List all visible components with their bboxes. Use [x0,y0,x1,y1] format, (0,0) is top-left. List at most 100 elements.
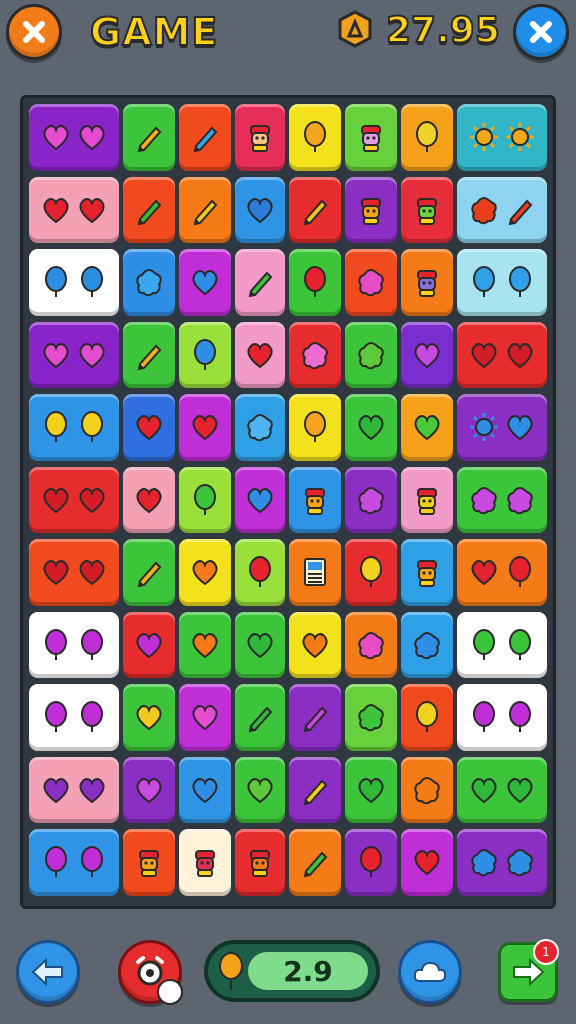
board-tile[interactable] [401,539,453,606]
board-tile[interactable] [457,756,547,823]
board-tile[interactable] [179,394,231,461]
board-tile[interactable] [457,176,547,243]
board-tile[interactable] [29,829,119,896]
board-tile[interactable] [29,394,119,461]
alarm-button[interactable] [118,940,183,1005]
board-tile[interactable] [29,176,119,243]
board-tile[interactable] [235,539,285,606]
board-tile[interactable] [401,249,453,316]
board-tile[interactable] [345,321,397,388]
board-tile[interactable] [289,394,341,461]
board-tile[interactable] [29,321,119,388]
board-tile[interactable] [235,176,285,243]
score-value: 27.95 [385,9,501,52]
board-tile[interactable] [401,611,453,678]
board-tile[interactable] [289,829,341,896]
board-tile[interactable] [345,756,397,823]
board-tile[interactable] [289,249,341,316]
back-button[interactable] [16,940,80,1004]
board-tile[interactable] [123,684,175,751]
close-left-button[interactable] [6,4,62,60]
board-tile[interactable] [235,829,285,896]
board-tile[interactable] [401,684,453,751]
board-tile[interactable] [235,394,285,461]
board-tile[interactable] [345,539,397,606]
board-tile[interactable] [29,539,119,606]
board-tile[interactable] [235,249,285,316]
board-tile[interactable] [179,539,231,606]
board-tile[interactable] [401,176,453,243]
board-tile[interactable] [123,829,175,896]
board-tile[interactable] [345,104,397,171]
board-tile[interactable] [123,176,175,243]
board-tile[interactable] [123,756,175,823]
board-tile[interactable] [401,756,453,823]
board-tile[interactable] [289,756,341,823]
board-tile[interactable] [29,466,119,533]
board-tile[interactable] [29,104,119,171]
board-tile[interactable] [457,104,547,171]
board-tile[interactable] [345,249,397,316]
board-tile[interactable] [457,394,547,461]
board-tile[interactable] [289,684,341,751]
board-tile[interactable] [123,466,175,533]
board-tile[interactable] [123,321,175,388]
next-button[interactable]: 1 [498,939,559,1002]
board-tile[interactable] [179,321,231,388]
board-tile[interactable] [123,539,175,606]
board-tile[interactable] [179,176,231,243]
board-tile[interactable] [345,176,397,243]
board-tile[interactable] [123,394,175,461]
board-tile[interactable] [457,829,547,896]
heart-icon [471,777,497,804]
balloon-icon [45,846,67,878]
cloud-button[interactable] [398,940,462,1004]
board-tile[interactable] [235,321,285,388]
board-tile[interactable] [289,466,341,533]
board-tile[interactable] [401,829,453,896]
board-tile[interactable] [179,611,231,678]
board-tile[interactable] [289,539,341,606]
board-tile[interactable] [345,466,397,533]
blob-icon [507,849,533,877]
board-tile[interactable] [345,611,397,678]
board-tile[interactable] [289,611,341,678]
board-tile[interactable] [401,104,453,171]
board-tile[interactable] [401,394,453,461]
board-tile[interactable] [29,756,119,823]
board-tile[interactable] [235,104,285,171]
board-tile[interactable] [235,611,285,678]
board-tile[interactable] [457,539,547,606]
close-right-button[interactable] [513,4,569,60]
board-tile[interactable] [345,394,397,461]
board-tile[interactable] [289,321,341,388]
heart-icon [43,487,69,514]
board-tile[interactable] [179,756,231,823]
board-tile[interactable] [179,829,231,896]
board-tile[interactable] [123,104,175,171]
board-tile[interactable] [179,466,231,533]
board-tile[interactable] [235,466,285,533]
board-tile[interactable] [235,756,285,823]
board-tile[interactable] [289,104,341,171]
board-tile[interactable] [457,611,547,678]
board-tile[interactable] [235,684,285,751]
board-tile[interactable] [289,176,341,243]
board-tile[interactable] [457,249,547,316]
board-tile[interactable] [179,249,231,316]
board-tile[interactable] [179,684,231,751]
board-tile[interactable] [401,466,453,533]
board-tile[interactable] [123,249,175,316]
board-tile[interactable] [401,321,453,388]
board-tile[interactable] [29,249,119,316]
board-tile[interactable] [345,684,397,751]
board-tile[interactable] [457,466,547,533]
board-tile[interactable] [179,104,231,171]
board-tile[interactable] [457,684,547,751]
heart-icon [414,342,440,369]
board-tile[interactable] [29,611,119,678]
board-tile[interactable] [29,684,119,751]
board-tile[interactable] [457,321,547,388]
board-tile[interactable] [345,829,397,896]
board-tile[interactable] [123,611,175,678]
